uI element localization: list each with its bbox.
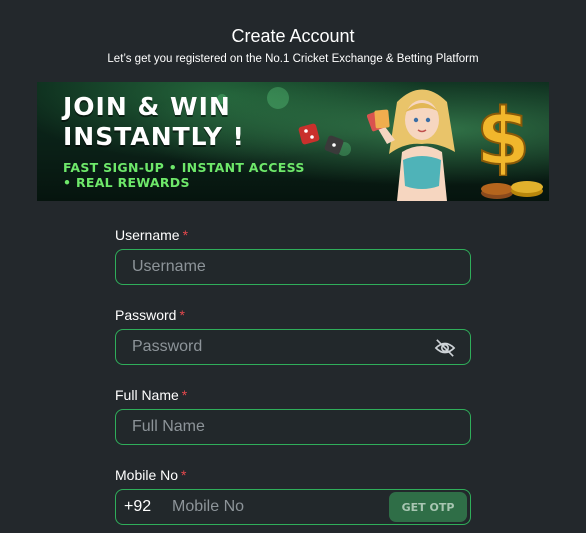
country-code-prefix: +92 [124, 498, 152, 515]
username-field[interactable] [115, 249, 471, 285]
casino-chips-icon [481, 181, 543, 199]
dice-icon [298, 123, 344, 155]
mobile-label: Mobile No * [115, 467, 186, 483]
dollar-sign-icon: $ [475, 94, 531, 176]
mobile-field[interactable]: +92 GET OTP [115, 489, 471, 525]
get-otp-button[interactable]: GET OTP [389, 492, 467, 522]
full-name-label-text: Full Name [115, 387, 179, 403]
bokeh-light [267, 87, 289, 109]
full-name-input[interactable] [116, 410, 470, 444]
banner-tagline-line2: • REAL REWARDS [63, 175, 190, 190]
banner-headline-line1: JOIN & WIN [63, 92, 231, 121]
username-input[interactable] [116, 250, 470, 284]
promo-banner: JOIN & WIN INSTANTLY ! FAST SIGN-UP • IN… [37, 82, 549, 201]
mobile-input[interactable] [164, 490, 384, 524]
create-account-page: Create Account Let’s get you registered … [0, 0, 586, 533]
username-label-text: Username [115, 227, 180, 243]
svg-text:$: $ [476, 94, 530, 176]
page-subtitle: Let’s get you registered on the No.1 Cri… [107, 53, 479, 65]
password-label-text: Password [115, 307, 177, 323]
mascot-illustration [367, 89, 455, 201]
full-name-field[interactable] [115, 409, 471, 445]
username-label: Username * [115, 227, 188, 243]
password-label: Password * [115, 307, 185, 323]
banner-tagline-line1: FAST SIGN-UP • INSTANT ACCESS [63, 160, 305, 175]
required-marker: * [181, 387, 188, 403]
required-marker: * [181, 467, 187, 483]
password-field[interactable] [115, 329, 471, 365]
full-name-label: Full Name * [115, 387, 187, 403]
password-input[interactable] [116, 330, 470, 364]
banner-tagline: FAST SIGN-UP • INSTANT ACCESS • REAL REW… [63, 160, 305, 190]
banner-headline-line2: INSTANTLY ! [63, 122, 245, 151]
banner-headline: JOIN & WIN INSTANTLY ! [63, 92, 245, 152]
eye-off-icon[interactable] [434, 338, 456, 358]
page-title: Create Account [231, 26, 355, 46]
mobile-label-text: Mobile No [115, 467, 179, 483]
mobile-input-wrapper [164, 490, 384, 524]
required-marker: * [182, 227, 189, 243]
required-marker: * [179, 307, 185, 323]
